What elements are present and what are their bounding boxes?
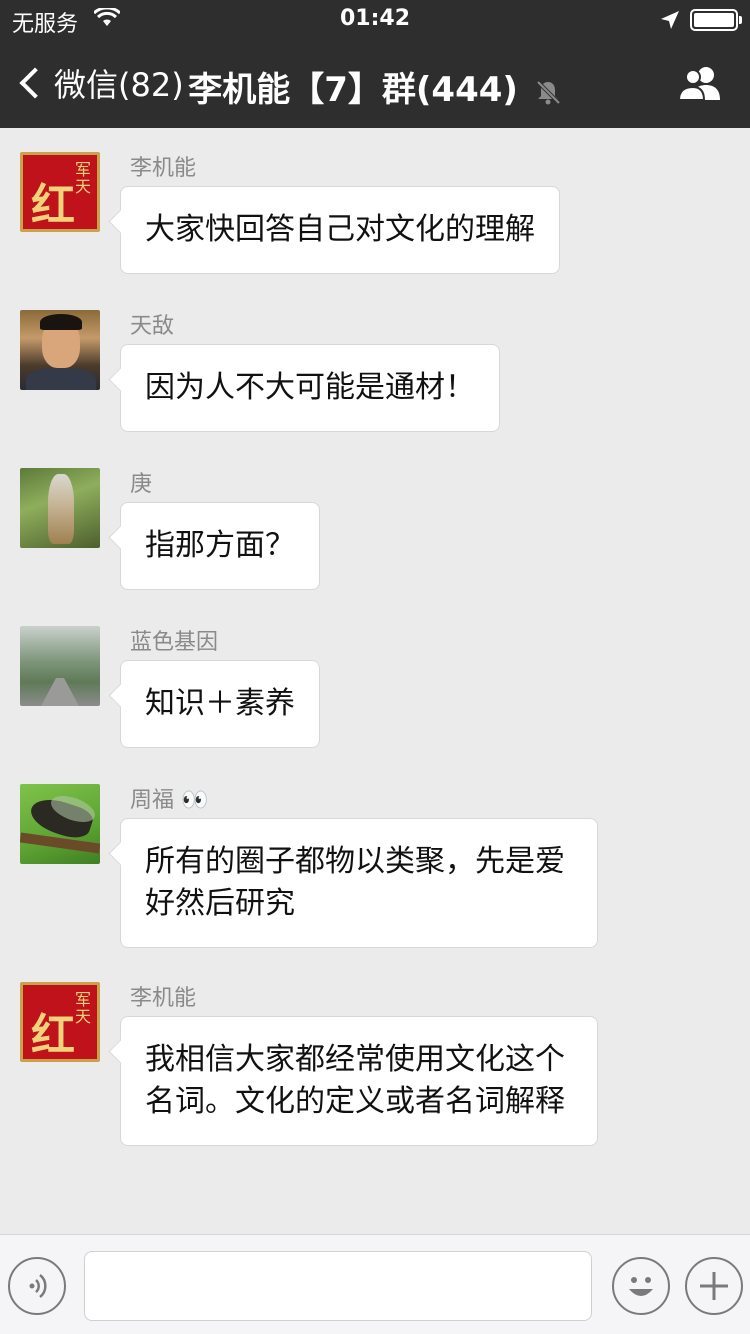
- message-item: 天敌 因为人不大可能是通材！: [0, 286, 750, 446]
- sender-name: 周福 👀: [130, 788, 209, 813]
- message-input[interactable]: [84, 1251, 592, 1321]
- battery-icon: [690, 9, 742, 31]
- group-members-icon[interactable]: [676, 64, 726, 104]
- chat-title: 李机能【7】群(444): [0, 62, 750, 111]
- avatar[interactable]: [20, 310, 100, 390]
- sender-name: 蓝色基因: [130, 630, 219, 655]
- emoji-button[interactable]: [612, 1257, 670, 1315]
- avatar[interactable]: [20, 468, 100, 548]
- plus-icon: [700, 1272, 728, 1300]
- voice-icon: [29, 1274, 47, 1298]
- message-bubble[interactable]: 大家快回答自己对文化的理解: [120, 186, 560, 274]
- avatar[interactable]: [20, 626, 100, 706]
- message-item: 红 军天 李机能 大家快回答自己对文化的理解: [0, 128, 750, 288]
- message-bubble[interactable]: 指那方面？: [120, 502, 320, 590]
- message-item: 红 军天 李机能 我相信大家都经常使用文化这个名词。文化的定义或者名词解释: [0, 958, 750, 1198]
- avatar[interactable]: 红 军天: [20, 152, 100, 232]
- bell-slash-icon: [536, 80, 561, 104]
- emoji-icon: [629, 1277, 653, 1296]
- chat-title-text: 李机能【7】群(444): [188, 70, 518, 110]
- message-item: 庚 指那方面？: [0, 444, 750, 604]
- location-arrow-icon: [661, 11, 679, 29]
- message-list[interactable]: 红 军天 李机能 大家快回答自己对文化的理解 天敌 因为人不大可能是通材！ 庚 …: [0, 128, 750, 1234]
- avatar[interactable]: 红 军天: [20, 982, 100, 1062]
- message-bubble[interactable]: 知识＋素养: [120, 660, 320, 748]
- message-bubble[interactable]: 因为人不大可能是通材！: [120, 344, 500, 432]
- message-bubble[interactable]: 所有的圈子都物以类聚，先是爱好然后研究: [120, 818, 598, 948]
- message-bubble[interactable]: 我相信大家都经常使用文化这个名词。文化的定义或者名词解释: [120, 1016, 598, 1146]
- message-item: 周福 👀 所有的圈子都物以类聚，先是爱好然后研究: [0, 760, 750, 960]
- input-bar: [0, 1234, 750, 1334]
- voice-button[interactable]: [8, 1257, 66, 1315]
- clock: 01:42: [339, 6, 411, 31]
- sender-name: 天敌: [130, 314, 175, 339]
- sender-name: 庚: [130, 472, 153, 497]
- sender-name: 李机能: [130, 156, 197, 181]
- status-bar: 无服务 01:42: [0, 0, 750, 40]
- plus-button[interactable]: [685, 1257, 743, 1315]
- avatar[interactable]: [20, 784, 100, 864]
- sender-name: 李机能: [130, 986, 197, 1011]
- message-item: 蓝色基因 知识＋素养: [0, 602, 750, 762]
- nav-bar: 微信(82) 李机能【7】群(444): [0, 40, 750, 128]
